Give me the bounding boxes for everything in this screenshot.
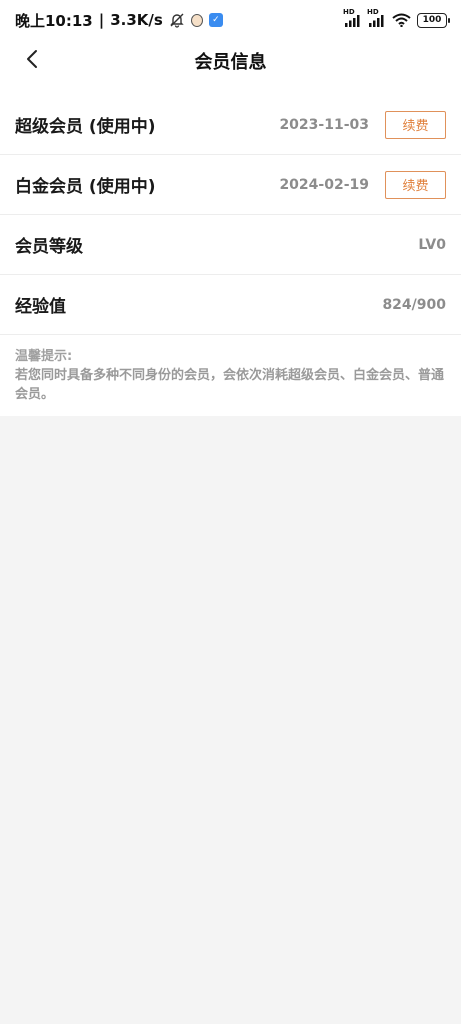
tips-title: 温馨提示: [15,349,73,364]
status-right: HD HD 100 [343,8,450,28]
face-icon [190,13,203,27]
status-time: 晚上10:13 [15,11,93,30]
list-item-super-member: 超级会员 (使用中) 2023-11-03 续费 [0,95,461,155]
member-label: 超级会员 (使用中) [15,117,156,137]
status-bar: 晚上10:13 | 3.3K/s ✓ HD HD 100 [0,0,461,40]
page-title: 会员信息 [194,52,267,73]
renew-button[interactable]: 续费 [385,110,446,139]
tips-section: 温馨提示: 若您同时具备多种不同身份的会员，会依次消耗超级会员、白金会员、普通会… [0,335,461,416]
member-list: 超级会员 (使用中) 2023-11-03 续费 白金会员 (使用中) 2024… [0,95,461,335]
status-divider: | [98,11,105,29]
experience-label: 经验值 [15,297,66,317]
expiry-date: 2024-02-19 [279,176,369,193]
level-value: LV0 [418,236,446,253]
member-label: 白金会员 (使用中) [15,177,156,197]
hd-label: HD [367,7,379,16]
tips-text: 若您同时具备多种不同身份的会员，会依次消耗超级会员、白金会员、普通会员。 [15,368,445,402]
battery-icon: 100 [417,12,450,28]
list-item-member-level: 会员等级 LV0 [0,215,461,275]
status-left: 晚上10:13 | 3.3K/s ✓ [15,10,223,31]
app-badge-icon: ✓ [208,13,223,27]
chevron-left-icon [25,49,39,73]
top-section: 晚上10:13 | 3.3K/s ✓ HD HD 100 会员信息 超级会员 (… [0,0,461,416]
wifi-icon [392,13,411,27]
list-item-platinum-member: 白金会员 (使用中) 2024-02-19 续费 [0,155,461,215]
bell-off-icon [169,12,185,28]
nav-bar: 会员信息 [0,40,461,82]
row-right: 2024-02-19 续费 [279,170,446,199]
renew-button[interactable]: 续费 [385,170,446,199]
row-right: 2023-11-03 续费 [279,110,446,139]
signal-icon: HD [343,8,362,27]
network-speed: 3.3K/s [110,11,163,29]
level-label: 会员等级 [15,237,83,257]
expiry-date: 2023-11-03 [279,116,369,133]
back-button[interactable] [18,47,46,75]
list-item-experience: 经验值 824/900 [0,275,461,335]
hd-label: HD [343,7,355,16]
experience-value: 824/900 [382,296,446,313]
signal-icon: HD [367,8,386,27]
battery-level: 100 [422,15,442,25]
